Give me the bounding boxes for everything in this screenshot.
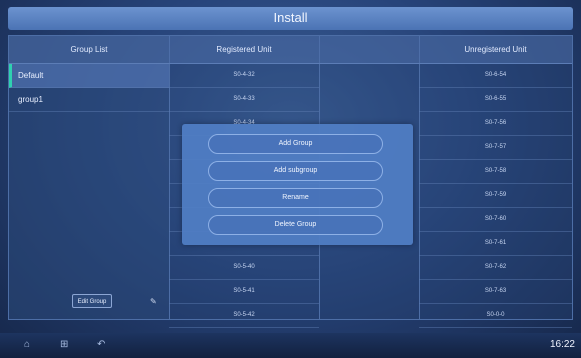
unregistered-unit-row[interactable]: S0-6-55: [419, 88, 572, 112]
clock: 16:22: [549, 339, 575, 350]
unregistered-unit-row[interactable]: S0-7-57: [419, 136, 572, 160]
unregistered-unit-row[interactable]: S0-6-54: [419, 64, 572, 88]
group-action-popup: Add Group Add subgroup Rename Delete Gro…: [182, 124, 413, 245]
install-screen: Install Group List Default group1 Edit G…: [0, 0, 581, 358]
registered-unit-row[interactable]: S0-5-42: [169, 304, 319, 328]
page-title: Install: [273, 10, 308, 25]
registered-unit-row[interactable]: S0-5-41: [169, 280, 319, 304]
back-icon[interactable]: ↶: [97, 340, 105, 350]
delete-group-button[interactable]: Delete Group: [208, 215, 383, 235]
registered-unit-row[interactable]: S0-4-32: [169, 64, 319, 88]
unregistered-unit-column: Unregistered Unit S0-6-54 S0-6-55 S0-7-5…: [419, 36, 572, 328]
home-icon[interactable]: ⌂: [24, 340, 30, 350]
registered-unit-header: Registered Unit: [169, 36, 319, 64]
group-list-header: Group List: [9, 36, 169, 64]
pencil-icon[interactable]: ✎: [150, 298, 158, 306]
add-subgroup-button[interactable]: Add subgroup: [208, 161, 383, 181]
registered-unit-row[interactable]: S0-5-40: [169, 256, 319, 280]
unregistered-unit-header: Unregistered Unit: [419, 36, 572, 64]
group-list-column: Group List Default group1 Edit Group ✎: [9, 36, 170, 319]
title-bar: Install: [8, 7, 573, 30]
transfer-header: [319, 36, 419, 64]
rename-button[interactable]: Rename: [208, 188, 383, 208]
unregistered-unit-row[interactable]: S0-7-63: [419, 280, 572, 304]
unregistered-unit-row[interactable]: S0-7-61: [419, 232, 572, 256]
group-item-group1[interactable]: group1: [9, 88, 169, 112]
unregistered-unit-row[interactable]: S0-7-59: [419, 184, 572, 208]
add-group-button[interactable]: Add Group: [208, 134, 383, 154]
unregistered-unit-row[interactable]: S0-7-60: [419, 208, 572, 232]
group-item-default[interactable]: Default: [9, 64, 169, 88]
unregistered-unit-row[interactable]: S0-7-56: [419, 112, 572, 136]
registered-unit-row[interactable]: S0-4-33: [169, 88, 319, 112]
unregistered-unit-row[interactable]: S0-0-0: [419, 304, 572, 328]
apps-icon[interactable]: ⊞: [60, 340, 68, 350]
taskbar: ⌂ ⊞ ↶ 16:22: [0, 333, 581, 358]
unregistered-unit-row[interactable]: S0-7-62: [419, 256, 572, 280]
edit-group-button[interactable]: Edit Group: [72, 294, 112, 308]
unregistered-unit-row[interactable]: S0-7-58: [419, 160, 572, 184]
